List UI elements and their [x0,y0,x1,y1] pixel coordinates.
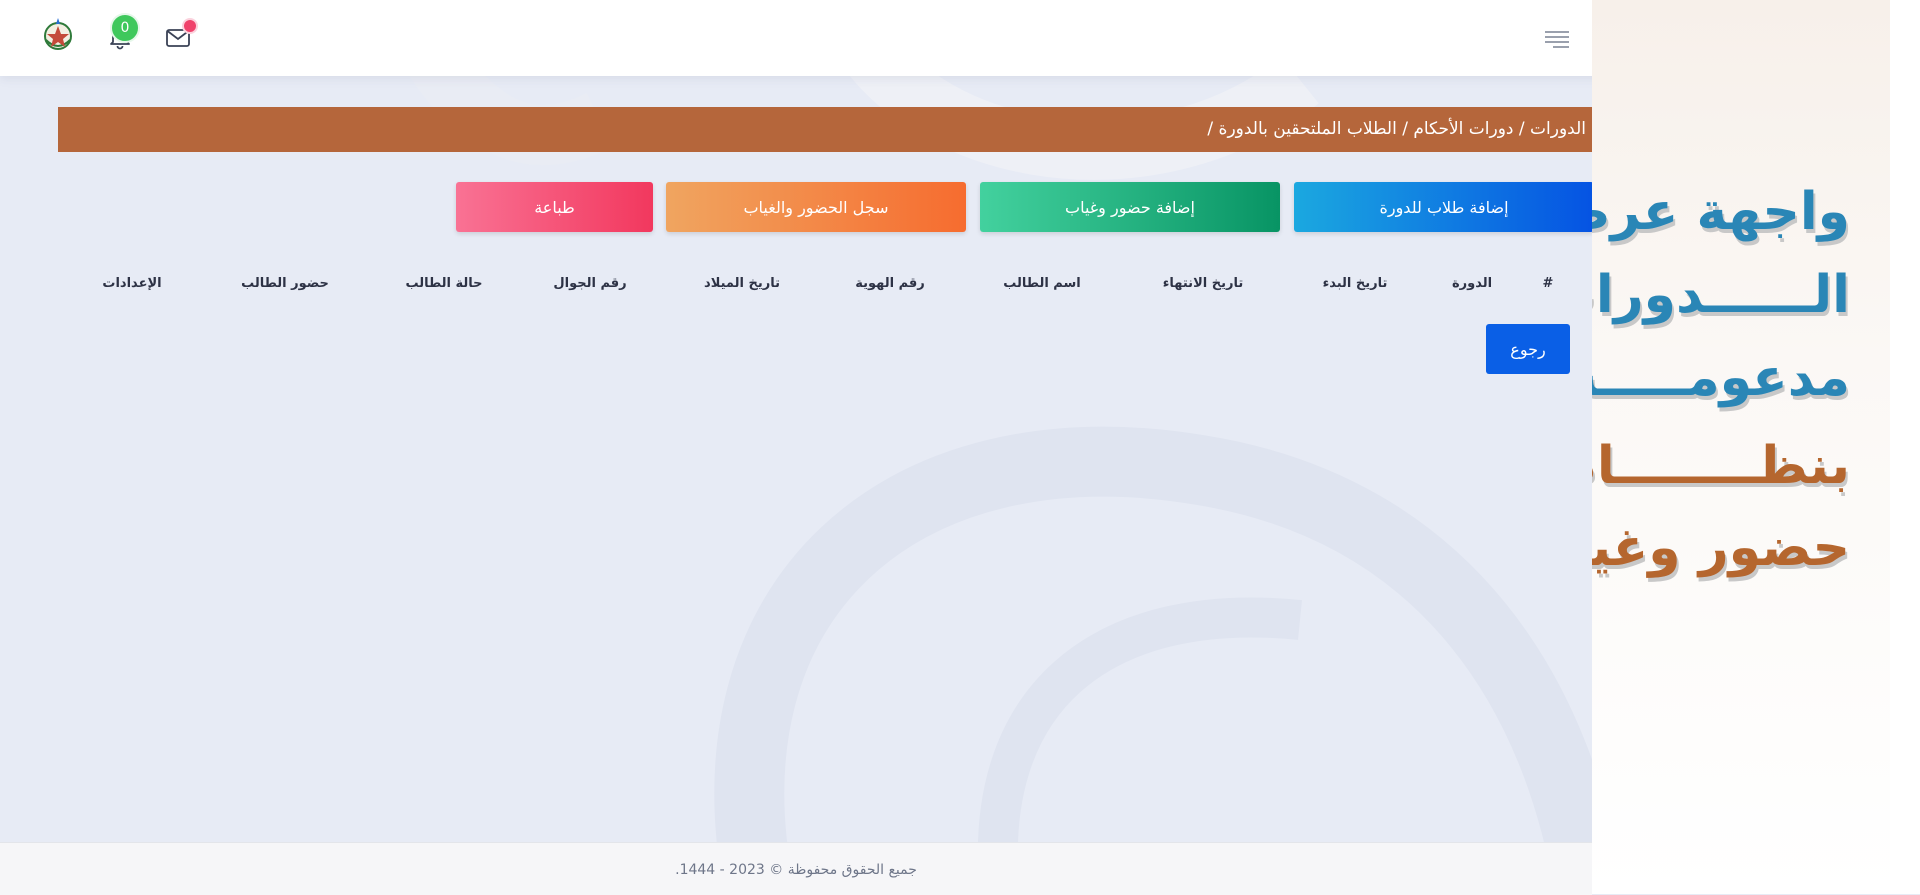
column-header-settings: الإعدادات [102,276,162,291]
mail-unread-dot [182,18,198,34]
column-header-id-number: رقم الهوية [855,276,925,291]
promo-line-5: حضور وغياب [1592,518,1850,578]
add-attendance-button[interactable]: إضافة حضور وغياب [980,182,1280,232]
logo-emblem-icon [44,18,72,50]
print-button[interactable]: طباعة [456,182,653,232]
back-button[interactable]: رجوع [1486,324,1570,374]
column-header-birth-date: تاريخ الميلاد [704,276,780,291]
column-header-start-date: تاريخ البدء [1322,276,1388,291]
column-header-course: الدورة [1451,276,1493,291]
promo-line-2: الــــــدورات [1592,265,1850,325]
promo-panel: واجهة عرض الــــــدورات مدعومـــــة بنظـ… [1592,0,1890,894]
column-header-index: # [1542,276,1554,291]
column-header-end-date: تاريخ الانتهاء [1162,276,1244,291]
add-students-button[interactable]: إضافة طلاب للدورة [1294,182,1594,232]
promo-line-4: بنظــــــــام [1592,436,1850,496]
column-header-mobile: رقم الجوال [553,276,627,291]
promo-line-3: مدعومـــــة [1592,348,1850,408]
table-header-row: # الدورة تاريخ البدء تاريخ الانتهاء اسم … [60,276,1560,300]
notification-count-badge: 0 [110,13,140,43]
column-header-student-attendance: حضور الطالب [241,276,329,291]
footer-copyright: جميع الحقوق محفوظة © 2023 - 1444. [675,862,917,878]
promo-edge-strip [1890,0,1920,894]
attendance-log-button[interactable]: سجل الحضور والغياب [666,182,966,232]
column-header-student-status: حالة الطالب [405,276,483,291]
breadcrumb: الدورات / دورات الأحكام / الطلاب الملتحق… [58,107,1592,152]
promo-line-1: واجهة عرض [1592,182,1850,242]
menu-icon[interactable] [1543,26,1571,50]
column-header-student-name: اسم الطالب [1003,276,1081,291]
